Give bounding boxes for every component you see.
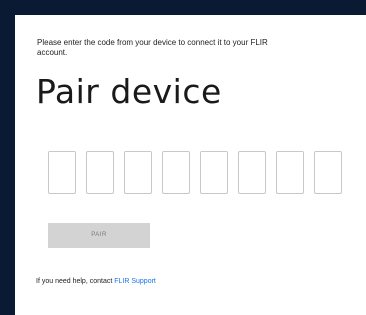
instructions-text: Please enter the code from your device t… bbox=[37, 38, 268, 57]
code-digit-8[interactable] bbox=[314, 151, 342, 194]
pair-button[interactable]: PAIR bbox=[48, 223, 150, 248]
code-digit-3[interactable] bbox=[124, 151, 152, 194]
code-digit-6[interactable] bbox=[238, 151, 266, 194]
page-title: Pair device bbox=[36, 72, 222, 111]
code-digit-1[interactable] bbox=[48, 151, 76, 194]
code-digit-7[interactable] bbox=[276, 151, 304, 194]
code-input-row bbox=[48, 151, 342, 196]
pair-device-panel: Please enter the code from your device t… bbox=[15, 15, 366, 315]
help-prefix: If you need help, contact bbox=[36, 278, 115, 285]
code-digit-2[interactable] bbox=[86, 151, 114, 194]
help-text: If you need help, contact FLIR Support bbox=[36, 277, 156, 287]
code-digit-4[interactable] bbox=[162, 151, 190, 194]
code-digit-5[interactable] bbox=[200, 151, 228, 194]
flir-support-link[interactable]: FLIR Support bbox=[114, 278, 156, 285]
